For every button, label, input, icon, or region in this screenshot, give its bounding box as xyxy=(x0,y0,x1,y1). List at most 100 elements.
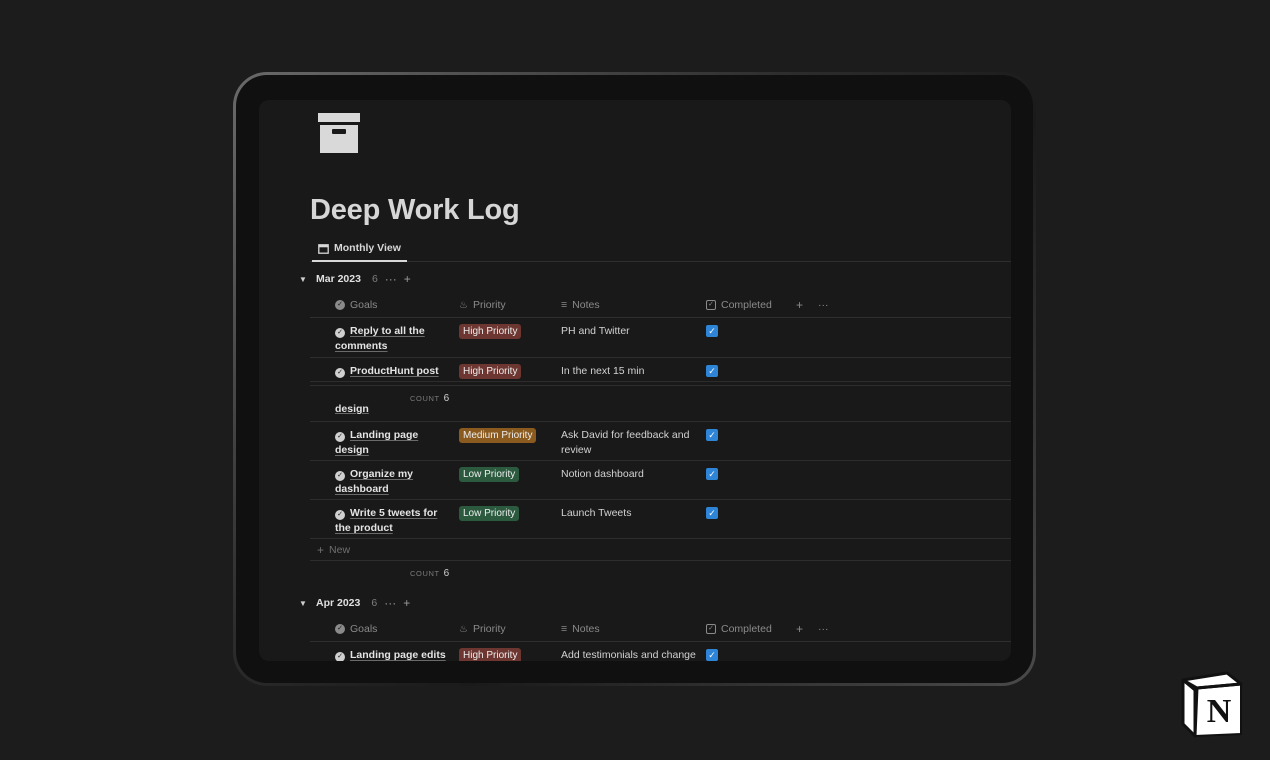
add-column-icon[interactable]: + xyxy=(796,616,803,642)
column-priority[interactable]: ♨ Priority xyxy=(459,616,506,642)
column-label: Goals xyxy=(350,299,378,311)
flame-icon: ♨ xyxy=(459,623,468,635)
count-label: COUNT xyxy=(410,394,440,403)
notes-cell[interactable]: In the next 15 min xyxy=(561,364,701,379)
add-icon[interactable]: + xyxy=(403,596,410,610)
column-headers: ✓ Goals ♨ Priority ≡ Notes ✓ Completed +… xyxy=(310,292,1011,318)
notes-cell[interactable]: Notion dashboard xyxy=(561,467,701,482)
tablet-frame: Deep Work Log Monthly View ▼ Mar 2023 6 … xyxy=(233,72,1036,686)
goal-cell[interactable]: ✓ Landing page edits xyxy=(335,648,475,661)
notes-cell[interactable]: Add testimonials and change xyxy=(561,648,701,661)
completed-checkbox[interactable]: ✓ xyxy=(706,649,718,661)
priority-tag[interactable]: Low Priority xyxy=(459,506,520,521)
column-goals[interactable]: ✓ Goals xyxy=(335,292,377,318)
column-label: Completed xyxy=(721,299,772,311)
notes-cell[interactable]: Launch Tweets xyxy=(561,506,701,521)
goal-title: Reply to all the comments xyxy=(335,325,425,352)
collapse-toggle-icon[interactable]: ▼ xyxy=(299,275,309,284)
tablet-bezel: Deep Work Log Monthly View ▼ Mar 2023 6 … xyxy=(236,75,1033,683)
goal-title: Organize my dashboard xyxy=(335,468,414,495)
column-completed[interactable]: ✓ Completed xyxy=(706,292,772,318)
tab-monthly-view[interactable]: Monthly View xyxy=(312,236,407,262)
more-options-icon[interactable]: ··· xyxy=(818,616,829,642)
goal-cell[interactable]: ✓ Landing page design xyxy=(335,428,445,458)
column-label: Completed xyxy=(721,623,772,635)
table-row[interactable]: ✓ Write 5 tweets for the product Low Prio… xyxy=(310,500,1011,539)
tab-label: Monthly View xyxy=(334,242,401,254)
completed-checkbox[interactable]: ✓ xyxy=(706,468,718,480)
text-lines-icon: ≡ xyxy=(561,623,568,635)
notes-cell[interactable]: Ask David for feedback and review xyxy=(561,428,701,458)
divider xyxy=(310,385,1011,386)
group-footer-count: COUNT 6 xyxy=(410,568,449,579)
check-circle-icon: ✓ xyxy=(335,624,345,634)
column-label: Goals xyxy=(350,623,378,635)
column-goals[interactable]: ✓ Goals xyxy=(335,616,377,642)
priority-tag[interactable]: High Priority xyxy=(459,648,522,661)
completed-checkbox[interactable]: ✓ xyxy=(706,429,718,441)
svg-text:N: N xyxy=(1207,693,1232,730)
column-notes[interactable]: ≡ Notes xyxy=(561,616,600,642)
priority-tag[interactable]: High Priority xyxy=(459,324,522,339)
column-label: Priority xyxy=(472,299,506,311)
add-icon[interactable]: + xyxy=(404,272,411,286)
plus-icon: + xyxy=(317,542,325,557)
view-tabs: Monthly View xyxy=(310,236,1011,262)
group-header-apr-2023: ▼ Apr 2023 6 ··· + xyxy=(299,593,410,613)
clipped-goal-title[interactable]: design xyxy=(335,403,369,415)
sticky-count: COUNT 6 xyxy=(410,393,449,404)
table-row[interactable]: ✓ Landing page edits High Priority Add te… xyxy=(310,642,1011,661)
priority-tag[interactable]: Medium Priority xyxy=(459,428,537,443)
notion-logo-icon: N xyxy=(1181,671,1243,738)
checkbox-icon: ✓ xyxy=(706,300,716,310)
count-value: 6 xyxy=(443,568,450,579)
completed-checkbox[interactable]: ✓ xyxy=(706,507,718,519)
notes-cell[interactable]: PH and Twitter xyxy=(561,324,701,339)
column-headers: ✓ Goals ♨ Priority ≡ Notes ✓ Completed +… xyxy=(310,616,1011,642)
goal-title: Landing page design xyxy=(335,429,419,456)
more-options-icon[interactable]: ··· xyxy=(385,272,397,286)
table-row[interactable]: ✓ ProductHunt post High Priority In the n… xyxy=(310,358,1011,382)
group-name[interactable]: Mar 2023 xyxy=(316,273,361,285)
column-label: Notes xyxy=(572,623,600,635)
priority-tag[interactable]: Low Priority xyxy=(459,467,520,482)
group-count: 6 xyxy=(371,273,378,285)
check-circle-icon: ✓ xyxy=(335,652,345,661)
goal-title: Write 5 tweets for the product xyxy=(335,507,438,534)
column-completed[interactable]: ✓ Completed xyxy=(706,616,772,642)
goal-cell[interactable]: ✓ Reply to all the comments xyxy=(335,324,445,354)
check-circle-icon: ✓ xyxy=(335,328,345,338)
text-lines-icon: ≡ xyxy=(561,299,568,311)
check-circle-icon: ✓ xyxy=(335,471,345,481)
page-title[interactable]: Deep Work Log xyxy=(310,194,520,227)
completed-checkbox[interactable]: ✓ xyxy=(706,365,718,377)
new-label: New xyxy=(329,543,351,556)
checkbox-icon: ✓ xyxy=(706,624,716,634)
collapse-toggle-icon[interactable]: ▼ xyxy=(299,599,309,608)
table-row[interactable]: ✓ Landing page design Medium Priority Ask… xyxy=(310,422,1011,461)
notion-page: Deep Work Log Monthly View ▼ Mar 2023 6 … xyxy=(259,100,1011,661)
table-row[interactable]: ✓ Reply to all the comments High Priority… xyxy=(310,318,1011,358)
column-notes[interactable]: ≡ Notes xyxy=(561,292,600,318)
archive-box-icon[interactable] xyxy=(317,112,361,154)
count-value: 6 xyxy=(443,393,450,404)
more-options-icon[interactable]: ··· xyxy=(384,596,396,610)
goal-cell[interactable]: ✓ Write 5 tweets for the product xyxy=(335,506,445,536)
goal-cell[interactable]: ✓ Organize my dashboard xyxy=(335,467,445,497)
goal-title: ProductHunt post xyxy=(350,365,439,377)
add-column-icon[interactable]: + xyxy=(796,292,803,318)
column-priority[interactable]: ♨ Priority xyxy=(459,292,506,318)
group-name[interactable]: Apr 2023 xyxy=(316,597,360,609)
priority-tag[interactable]: High Priority xyxy=(459,364,522,379)
more-options-icon[interactable]: ··· xyxy=(818,292,829,318)
group-header-mar-2023: ▼ Mar 2023 6 ··· + xyxy=(299,269,411,289)
group-count: 6 xyxy=(371,597,378,609)
count-label: COUNT xyxy=(410,569,440,578)
completed-checkbox[interactable]: ✓ xyxy=(706,325,718,337)
goal-cell[interactable]: ✓ ProductHunt post xyxy=(335,364,445,379)
goal-title: Landing page edits xyxy=(350,649,446,661)
table-row[interactable]: ✓ Organize my dashboard Low Priority Noti… xyxy=(310,461,1011,500)
flame-icon: ♨ xyxy=(459,299,468,311)
new-row-button[interactable]: + New xyxy=(310,539,1011,561)
check-circle-icon: ✓ xyxy=(335,432,345,442)
